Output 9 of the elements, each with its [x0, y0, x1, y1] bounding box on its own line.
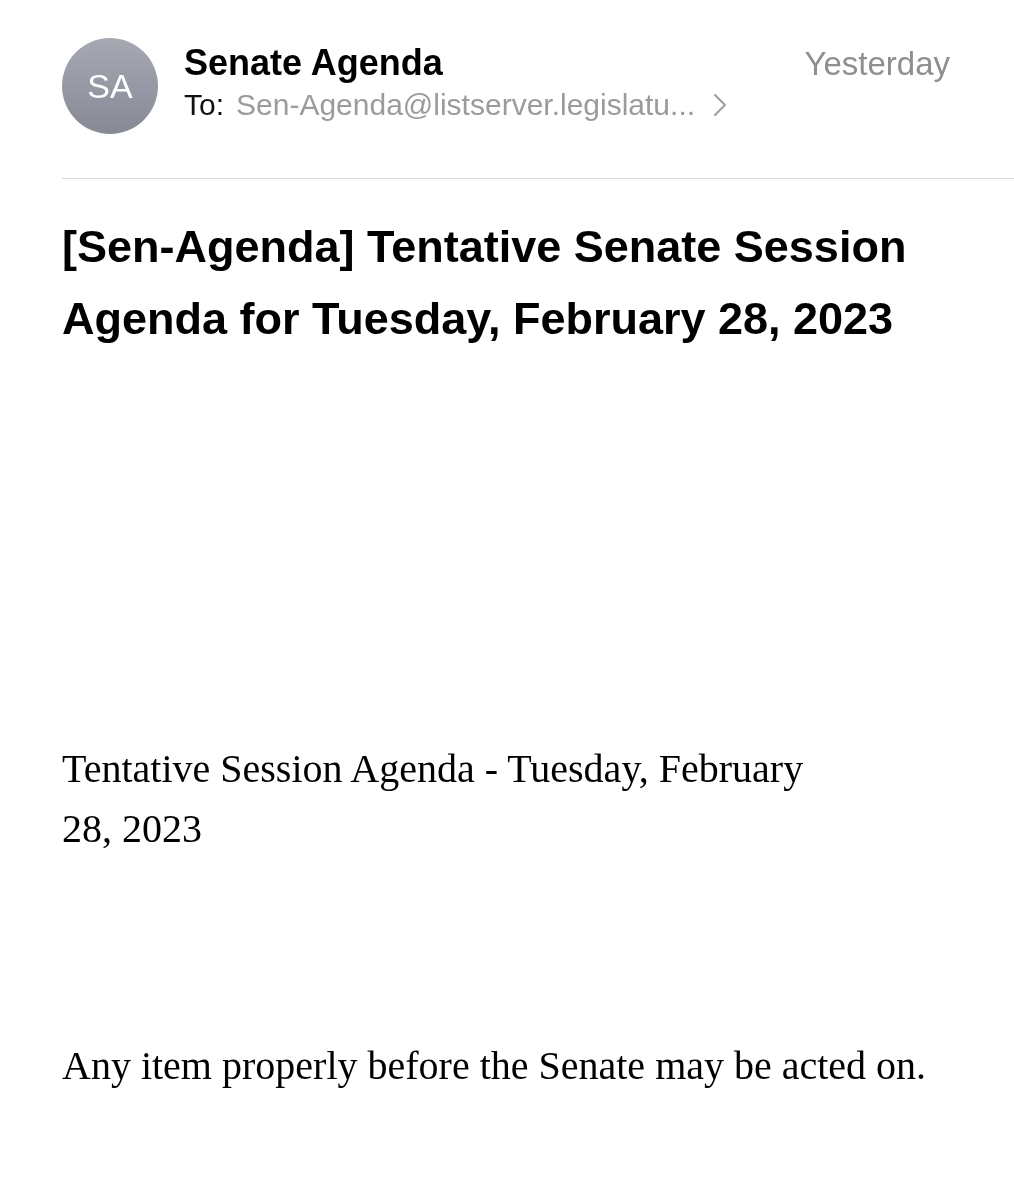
- body-paragraph: Tentative Session Agenda - Tuesday, February 28, 2023: [62, 745, 805, 853]
- chevron-icon[interactable]: [713, 93, 728, 117]
- avatar: SA: [62, 38, 158, 134]
- email-subject: [Sen-Agenda] Tentative Senate Session Agenda for Tuesday, February 28, 2023: [62, 220, 908, 346]
- date-label: Yesterday: [804, 45, 950, 83]
- recipient-address[interactable]: Sen-Agenda@listserver.legislatu...: [236, 88, 696, 122]
- sender-name: Senate Agenda: [184, 42, 443, 84]
- body-paragraph: Any item properly before the Senate may be acted on.: [62, 1042, 928, 1090]
- to-label: To:: [184, 88, 225, 122]
